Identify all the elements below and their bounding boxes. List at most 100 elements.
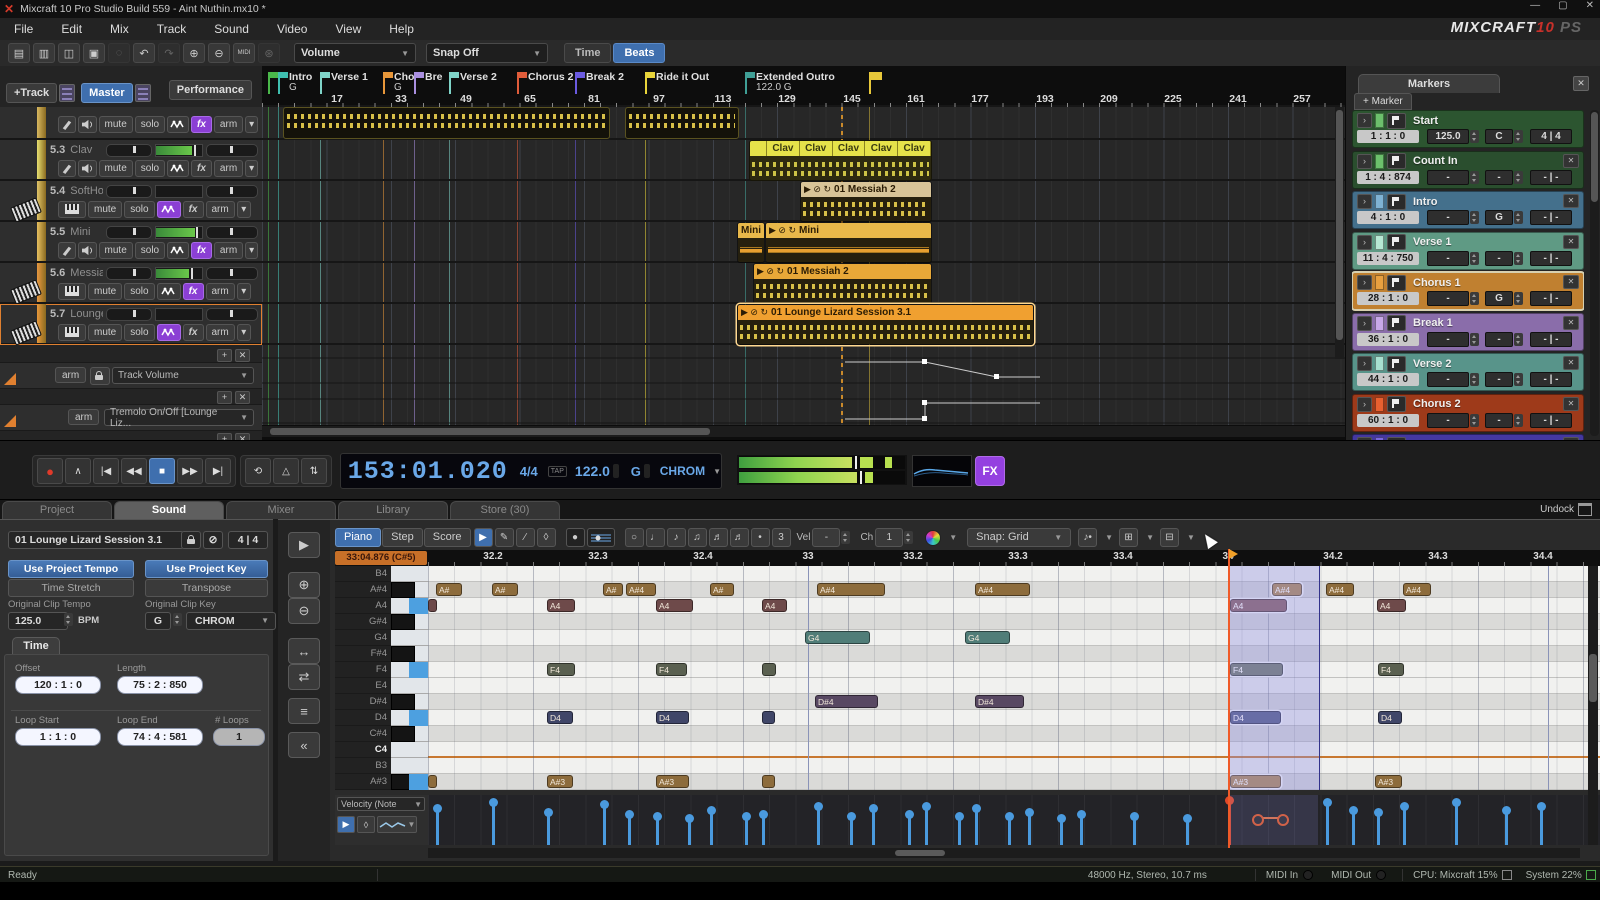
duration-3-button[interactable]: ♫ <box>688 528 707 547</box>
volume-slider[interactable] <box>106 144 152 157</box>
automation-type-dropdown[interactable]: Volume▼ <box>294 43 416 63</box>
fx-button[interactable]: fx <box>183 283 204 300</box>
open-project-icon[interactable]: ▥ <box>33 43 55 63</box>
piano-roll-ruler[interactable]: 33:04.876 (C#5) 32.232.332.43333.233.333… <box>335 550 1600 567</box>
midi-note-D4[interactable]: D4 <box>547 711 573 724</box>
vel-value-field[interactable]: - <box>812 528 840 547</box>
pan-slider[interactable] <box>206 267 258 280</box>
volume-slider[interactable] <box>106 185 152 198</box>
track-name[interactable]: Clav <box>70 144 103 156</box>
solo-button[interactable]: solo <box>124 201 154 218</box>
flag-icon[interactable] <box>1387 113 1406 129</box>
marker-key-field[interactable]: - <box>1485 413 1513 428</box>
solo-button[interactable]: solo <box>124 283 154 300</box>
marker-delete-icon[interactable]: ✕ <box>1563 154 1579 168</box>
lane-arm-button[interactable]: arm <box>55 367 86 383</box>
midi-icon[interactable]: MIDI <box>233 43 255 63</box>
marker-key-field[interactable]: G <box>1485 210 1513 225</box>
automation-param-dropdown[interactable]: Track Volume▼ <box>112 367 254 384</box>
marker-expand-icon[interactable]: › <box>1357 356 1372 371</box>
velocity-stem[interactable] <box>547 815 550 845</box>
selection-region[interactable] <box>1228 566 1320 790</box>
paint-tool-icon[interactable] <box>58 160 76 177</box>
automation-param-dropdown[interactable]: Tremolo On/Off [Lounge Liz...▼ <box>104 409 254 426</box>
mute-button[interactable]: mute <box>99 160 133 177</box>
menu-edit[interactable]: Edit <box>47 19 96 39</box>
arm-button[interactable]: arm <box>214 242 243 259</box>
fx-button[interactable]: fx <box>191 242 212 259</box>
offset-field[interactable]: 120 : 1 : 0 <box>15 676 101 694</box>
automation-button[interactable] <box>157 283 181 300</box>
lock-icon[interactable] <box>181 531 201 549</box>
speaker-icon[interactable] <box>78 242 96 259</box>
automation-lane-header[interactable]: arm Track Volume▼ <box>0 362 262 389</box>
zoom-out-button[interactable]: ⊖ <box>288 598 320 624</box>
volume-slider[interactable] <box>106 267 152 280</box>
velocity-stem[interactable] <box>925 809 928 845</box>
loops-field[interactable]: 1 <box>213 728 265 746</box>
midi-note-F4[interactable]: F4 <box>547 663 575 676</box>
marker-expand-icon[interactable]: › <box>1357 316 1372 331</box>
menu-sound[interactable]: Sound <box>200 19 263 39</box>
marker-expand-icon[interactable]: › <box>1357 194 1372 209</box>
note-grid[interactable]: A#A#A#A#4A#A#4A#4A#4A#4A#4A4A4A4A4A4G4G4… <box>428 566 1600 790</box>
track-row-5.7[interactable]: 5.7Lounge Lizard...mutesolofxarm▾ <box>0 304 262 345</box>
orig-tempo-value[interactable]: 125.0 <box>8 612 68 630</box>
velocity-stem[interactable] <box>745 819 748 845</box>
marker-name[interactable]: Chorus 1 <box>1413 277 1461 289</box>
clip-signature-field[interactable]: 4 | 4 <box>228 531 268 549</box>
piano-key-D4[interactable]: D4 <box>335 710 428 726</box>
marker-row-verse-1[interactable]: ›Verse 1✕11 : 4 : 750--- | - <box>1352 232 1584 270</box>
import-icon[interactable]: ◫ <box>58 43 80 63</box>
marker-sig-field[interactable]: - | - <box>1530 170 1572 185</box>
line-tool[interactable]: ∕ <box>516 528 535 547</box>
h-zoom-fit-button[interactable]: ↔ <box>288 638 320 664</box>
arm-button[interactable]: arm <box>206 324 235 341</box>
marker-time-field[interactable]: 44 : 1 : 0 <box>1357 373 1419 386</box>
menu-video[interactable]: Video <box>263 19 321 39</box>
midi-note-A4[interactable]: A4 <box>656 599 693 612</box>
piano-key-F4[interactable]: F4 <box>335 662 428 678</box>
velocity-stem[interactable] <box>1060 821 1063 845</box>
loop-start-field[interactable]: 1 : 1 : 0 <box>15 728 101 746</box>
arm-button[interactable]: arm <box>214 160 243 177</box>
speaker-icon[interactable] <box>78 116 96 133</box>
paint-tool-icon[interactable] <box>58 116 76 133</box>
marker-sig-field[interactable]: - | - <box>1530 291 1572 306</box>
menu-view[interactable]: View <box>321 19 375 39</box>
solo-button[interactable]: solo <box>124 324 154 341</box>
menu-help[interactable]: Help <box>375 19 428 39</box>
flag-icon[interactable] <box>1387 396 1406 412</box>
remove-lane-button[interactable]: ✕ <box>235 349 250 362</box>
velocity-stem[interactable] <box>1008 819 1011 845</box>
marker-expand-icon[interactable]: › <box>1357 397 1372 412</box>
marker-key-field[interactable]: - <box>1485 332 1513 347</box>
markers-tab[interactable]: Markers <box>1358 74 1500 93</box>
piano-key-A4[interactable]: A4 <box>335 598 428 614</box>
midi-note-As3[interactable]: A#3 <box>656 775 689 788</box>
track-expand-icon[interactable]: ▾ <box>237 283 251 300</box>
velocity-curve-tool[interactable]: ▼ <box>377 816 417 833</box>
zoom-out-icon[interactable]: ⊖ <box>208 43 230 63</box>
volume-slider[interactable] <box>106 308 152 321</box>
add-notes-icon[interactable]: ⊞ <box>1119 528 1138 547</box>
piano-key-Fs4[interactable]: F#4 <box>335 646 428 662</box>
duration-2-button[interactable]: ♪ <box>667 528 686 547</box>
automation-button[interactable] <box>167 242 189 259</box>
mute-button[interactable]: mute <box>88 283 122 300</box>
loop-record-button[interactable]: ∧ <box>65 458 91 484</box>
marker-key-field[interactable]: - <box>1485 372 1513 387</box>
velocity-stem[interactable] <box>1133 819 1136 845</box>
minimize-button[interactable]: — <box>1530 0 1540 11</box>
velocity-stem[interactable] <box>688 821 691 845</box>
volume-slider[interactable] <box>106 226 152 239</box>
midi-note-A4[interactable]: A4 <box>1377 599 1406 612</box>
piano-key-As4[interactable]: A#4 <box>335 582 428 598</box>
marker-name[interactable]: Verse 2 <box>1413 358 1452 370</box>
playhead-flag-icon[interactable] <box>1229 549 1238 559</box>
paint-tool-icon[interactable] <box>58 242 76 259</box>
keyboard-icon[interactable] <box>58 283 86 300</box>
solo-button[interactable]: solo <box>135 242 165 259</box>
marker-time-field[interactable]: 60 : 1 : 0 <box>1357 414 1419 427</box>
track-row-5.6[interactable]: 5.6Messiah 2mutesolofxarm▾ <box>0 263 262 304</box>
